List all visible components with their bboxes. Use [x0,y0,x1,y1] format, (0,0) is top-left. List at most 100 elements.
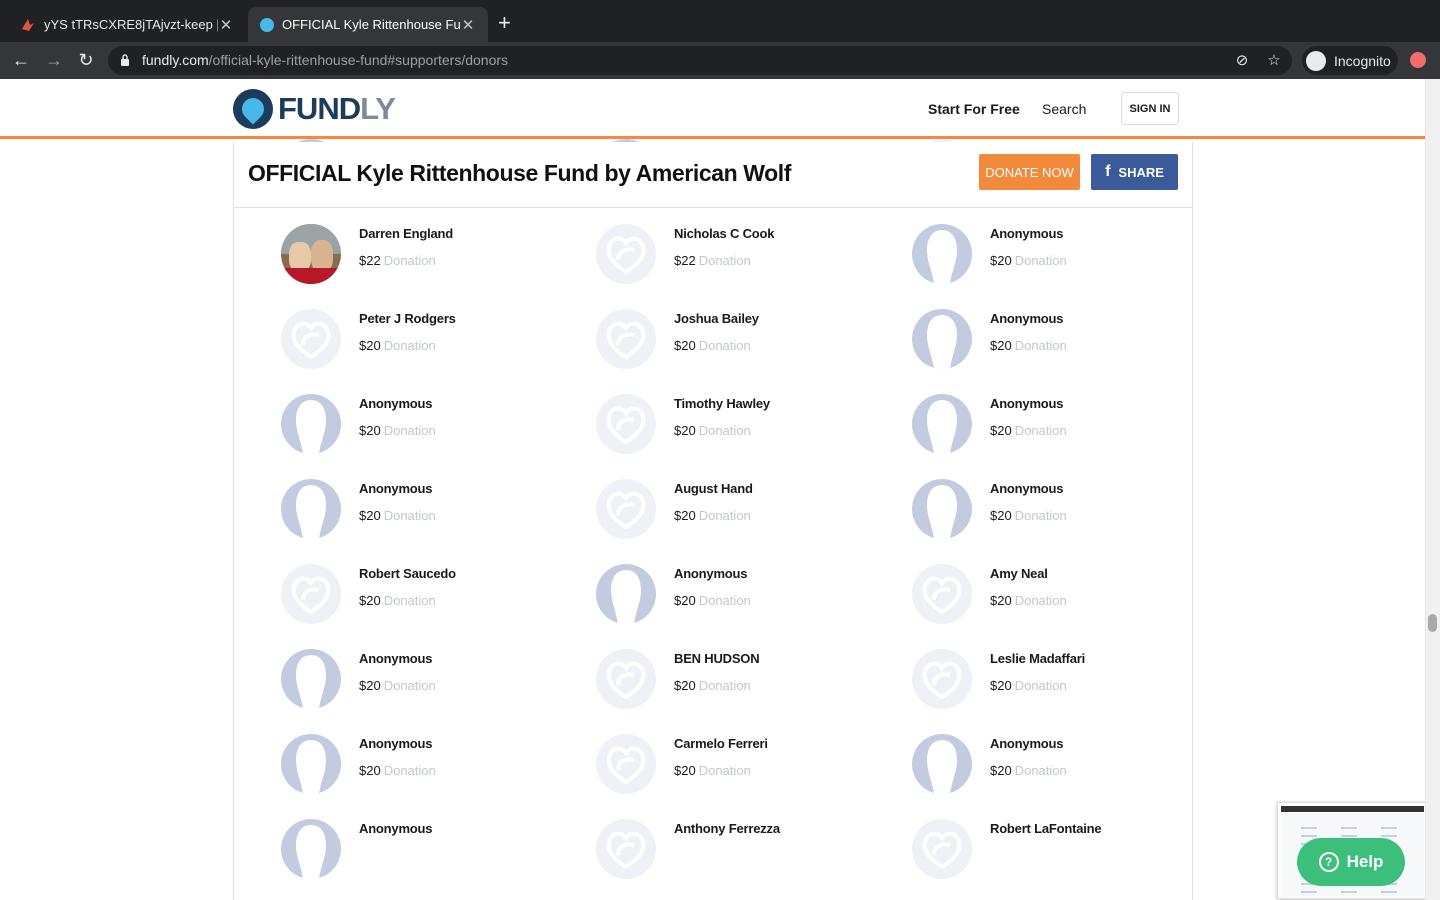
new-tab-plus-icon[interactable]: + [498,12,511,34]
amount-value: $20 [674,338,696,353]
donation-amount: $20 Donation [674,423,751,438]
help-button[interactable]: ? Help [1297,838,1405,886]
amount-value: $20 [990,593,1012,608]
fundly-favicon-icon [260,17,274,32]
donation-amount: $20 Donation [990,678,1067,693]
fundly-logo[interactable]: FUNDLY [233,89,396,129]
anonymous-avatar-icon [912,309,972,369]
donor-name: Anonymous [359,821,433,836]
eye-off-icon[interactable]: ⊘ [1232,51,1252,71]
campaign-title: OFFICIAL Kyle Rittenhouse Fund by Americ… [248,160,792,186]
site-header: FUNDLY Start For Free Search SIGN IN [0,79,1425,139]
amount-value: $20 [990,423,1012,438]
donor-name: Leslie Madaffari [990,651,1086,666]
donation-label: Donation [698,678,751,693]
anonymous-avatar-icon [281,734,341,794]
donation-label: Donation [1014,338,1067,353]
donation-amount: $22Donation [674,253,751,268]
donor-card: Robert LaFontaine [912,819,1212,889]
donate-now-button[interactable]: DONATE NOW [979,154,1080,190]
forward-arrow-icon[interactable]: → [42,48,66,72]
anonymous-avatar-icon [596,564,656,624]
start-for-free-link[interactable]: Start For Free [928,101,1020,117]
preview-line [1341,827,1357,829]
donor-card: Leslie Madaffari $20 Donation [912,649,1212,719]
reload-icon[interactable]: ↻ [74,48,98,72]
fundly-heart-avatar-icon [596,734,656,794]
donor-panel: Anonymous $22Donation Darren England$22Don… [233,139,1193,900]
donation-label: Donation [383,338,436,353]
donor-card: Anonymous [281,819,581,889]
amount-value: $20 [359,678,381,693]
donor-card: Carmelo Ferreri $20 Donation [596,734,896,804]
donor-card: Anonymous $20 Donation [912,479,1212,549]
preview-line [1341,835,1357,837]
tab-label: yYS tTRsCXRE8jTAjvzt-keep | I [44,17,218,32]
tab-close-icon[interactable]: ✕ [460,16,476,34]
tab-close-icon[interactable]: ✕ [218,16,234,34]
amount-value: $20 [674,678,696,693]
sign-in-button[interactable]: SIGN IN [1121,92,1179,125]
browser-toolbar: ← → ↻ fundly.com/official-kyle-rittenhou… [0,42,1440,79]
donor-name: Carmelo Ferreri [674,736,768,751]
fundly-heart-avatar-icon [596,479,656,539]
donation-amount: $20 Donation [359,338,436,353]
donor-photo-avatar [281,224,341,284]
star-bookmark-icon[interactable]: ☆ [1264,51,1284,71]
donation-label: Donation [383,253,436,268]
search-link[interactable]: Search [1042,101,1086,117]
incognito-label: Incognito [1334,52,1391,69]
donation-amount: $20 Donation [990,593,1067,608]
donation-amount: $20 Donation [990,253,1067,268]
fundly-heart-avatar-icon [596,819,656,879]
donor-name: Robert LaFontaine [990,821,1102,836]
donor-name: Anonymous [359,396,433,411]
donor-name: Anonymous [990,736,1064,751]
incognito-badge[interactable]: Incognito [1302,46,1398,75]
donor-card: Anonymous $20 Donation [912,734,1212,804]
amount-value: $20 [359,423,381,438]
donor-name: Amy Neal [990,566,1048,581]
facebook-share-button[interactable]: f SHARE [1091,154,1178,190]
amount-value: $20 [359,763,381,778]
donation-label: Donation [1014,763,1067,778]
fundly-heart-avatar-icon [912,819,972,879]
donation-label: Donation [1014,508,1067,523]
extension-icon[interactable] [1410,52,1426,68]
donor-name: Anonymous [990,396,1064,411]
donor-name: Anonymous [359,481,433,496]
donor-name: Joshua Bailey [674,311,759,326]
facebook-icon: f [1105,163,1111,180]
scrollbar-track[interactable] [1425,79,1440,900]
fundly-heart-avatar-icon [596,309,656,369]
donation-label: Donation [383,678,436,693]
address-bar[interactable]: fundly.com/official-kyle-rittenhouse-fun… [108,46,1292,75]
fundly-heart-avatar-icon [596,224,656,284]
fundly-heart-avatar-icon [281,564,341,624]
browser-tab-fundly[interactable]: OFFICIAL Kyle Rittenhouse Fun ✕ [248,7,488,42]
scrollbar-thumb[interactable] [1428,614,1437,632]
donor-name: Anonymous [990,481,1064,496]
donor-name: Anonymous [990,226,1064,241]
page-viewport: Anonymous $22Donation Darren England$22Don… [0,79,1425,900]
donor-name: Anonymous [674,566,748,581]
tab-label: OFFICIAL Kyle Rittenhouse Fun [282,17,460,32]
bird-favicon-icon [22,18,34,31]
anonymous-avatar-icon [281,479,341,539]
donor-card: Anonymous $20 Donation [912,394,1212,464]
preview-bar [1281,806,1424,812]
donation-amount: $20 Donation [674,508,751,523]
amount-value: $20 [674,423,696,438]
back-arrow-icon[interactable]: ← [9,48,33,72]
donation-label: Donation [698,423,751,438]
preview-line [1301,891,1317,893]
donation-label: Donation [698,763,751,778]
preview-line [1301,827,1317,829]
amount-value: $20 [359,593,381,608]
browser-tab-keep[interactable]: yYS tTRsCXRE8jTAjvzt-keep | I ✕ [8,7,246,42]
campaign-bar: OFFICIAL Kyle Rittenhouse Fund by Americ… [233,142,1193,208]
donor-name: Nicholas C Cook [674,226,775,241]
fundly-heart-avatar-icon [912,564,972,624]
anonymous-avatar-icon [281,394,341,454]
donor-card: Darren England $22 Donation [281,224,581,294]
